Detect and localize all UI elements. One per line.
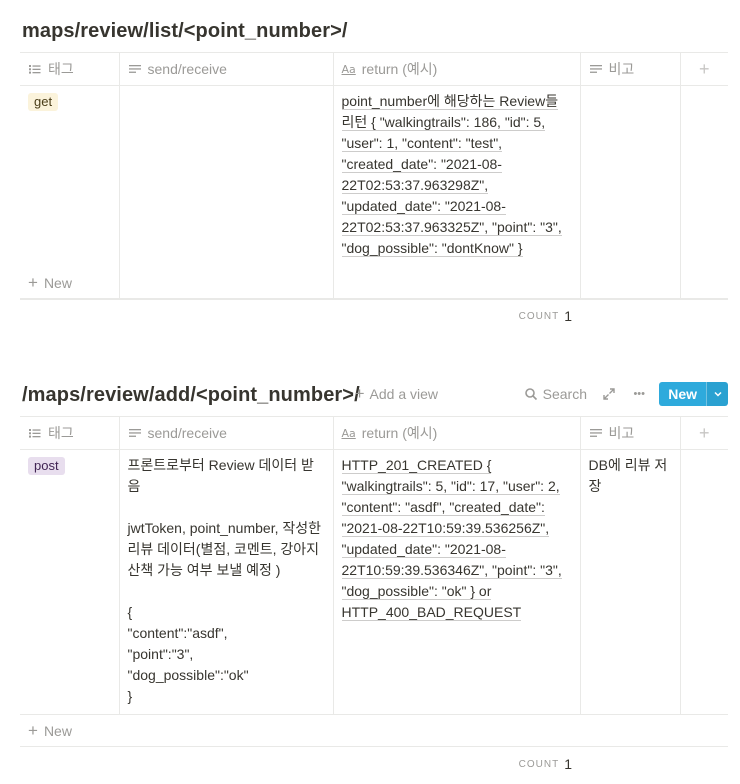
expand-icon	[603, 388, 615, 400]
expand-button[interactable]	[602, 387, 616, 401]
database-title[interactable]: maps/review/list/<point_number>/	[22, 20, 348, 43]
column-header-send-receive[interactable]: send/receive	[118, 52, 334, 86]
new-row-label: New	[43, 722, 72, 739]
list-icon	[29, 429, 41, 438]
table-header-row: 태그 send/receive Aa return (예시) 비고 +	[20, 416, 728, 450]
column-header-return[interactable]: Aa return (예시)	[332, 416, 581, 450]
new-row-label: New	[43, 274, 72, 291]
tag-badge-post: post	[28, 457, 65, 475]
column-label: 태그	[48, 61, 74, 77]
column-label: 비고	[608, 61, 635, 77]
plus-icon: +	[28, 721, 38, 740]
column-header-return[interactable]: Aa return (예시)	[332, 52, 581, 86]
new-button[interactable]: New	[659, 382, 728, 406]
add-column-button[interactable]: +	[679, 52, 728, 86]
add-view-label: Add a view	[369, 386, 438, 402]
review-list-table: 태그 send/receive Aa return (예시) 비고 + get …	[20, 52, 728, 300]
new-button-label[interactable]: New	[659, 382, 706, 406]
plus-icon: +	[354, 384, 365, 403]
title-property-icon: Aa	[341, 426, 356, 440]
count-summary[interactable]: COUNT 1	[519, 756, 572, 772]
more-options-button[interactable]: •••	[633, 388, 645, 400]
column-header-note[interactable]: 비고	[579, 52, 681, 86]
count-label: COUNT	[518, 758, 560, 770]
review-add-table: 태그 send/receive Aa return (예시) 비고 + post…	[20, 416, 728, 715]
column-header-send-receive[interactable]: send/receive	[118, 416, 334, 450]
column-header-tag[interactable]: 태그	[20, 416, 120, 450]
column-label: 비고	[608, 425, 635, 441]
count-value: 1	[564, 308, 572, 324]
count-value: 1	[564, 756, 572, 772]
plus-icon: +	[28, 273, 38, 292]
row-title[interactable]: HTTP_201_CREATED { "walkingtrails": 5, "…	[341, 457, 562, 621]
list-icon	[29, 65, 41, 74]
text-lines-icon	[589, 65, 602, 73]
cell-note[interactable]: DB에 리뷰 저장	[579, 449, 681, 715]
search-label: Search	[542, 386, 587, 402]
column-label: return (예시)	[361, 61, 438, 77]
column-label: send/receive	[147, 425, 227, 441]
new-row-button[interactable]: + New	[20, 267, 728, 299]
count-summary[interactable]: COUNT 1	[519, 308, 572, 324]
add-column-button[interactable]: +	[679, 416, 728, 450]
column-label: send/receive	[147, 61, 227, 77]
text-lines-icon	[128, 65, 141, 73]
text-lines-icon	[589, 429, 602, 437]
count-label: COUNT	[518, 310, 560, 322]
text-lines-icon	[128, 429, 141, 437]
cell-tag[interactable]: post	[20, 449, 120, 715]
new-row-button[interactable]: + New	[20, 715, 728, 747]
search-icon	[524, 388, 537, 401]
chevron-down-icon[interactable]	[706, 382, 728, 406]
column-label: return (예시)	[361, 425, 438, 441]
add-view-button[interactable]: + Add a view	[355, 384, 438, 404]
table-row[interactable]: post 프론트로부터 Review 데이터 받음 jwtToken, poin…	[20, 449, 728, 715]
column-header-note[interactable]: 비고	[579, 416, 681, 450]
column-label: 태그	[48, 425, 74, 441]
cell-send-receive[interactable]: 프론트로부터 Review 데이터 받음 jwtToken, point_num…	[118, 449, 334, 715]
more-icon: •••	[633, 388, 645, 400]
cell-return[interactable]: HTTP_201_CREATED { "walkingtrails": 5, "…	[332, 449, 581, 715]
column-header-tag[interactable]: 태그	[20, 52, 120, 86]
title-property-icon: Aa	[341, 62, 356, 76]
tag-badge-get: get	[28, 93, 59, 111]
cell-empty	[679, 449, 728, 715]
table-header-row: 태그 send/receive Aa return (예시) 비고 +	[20, 52, 728, 86]
row-title[interactable]: point_number에 해당하는 Review들 리턴 { "walking…	[341, 93, 562, 257]
search-button[interactable]: Search	[524, 386, 587, 402]
database-title[interactable]: /maps/review/add/<point_number>/	[22, 384, 360, 407]
